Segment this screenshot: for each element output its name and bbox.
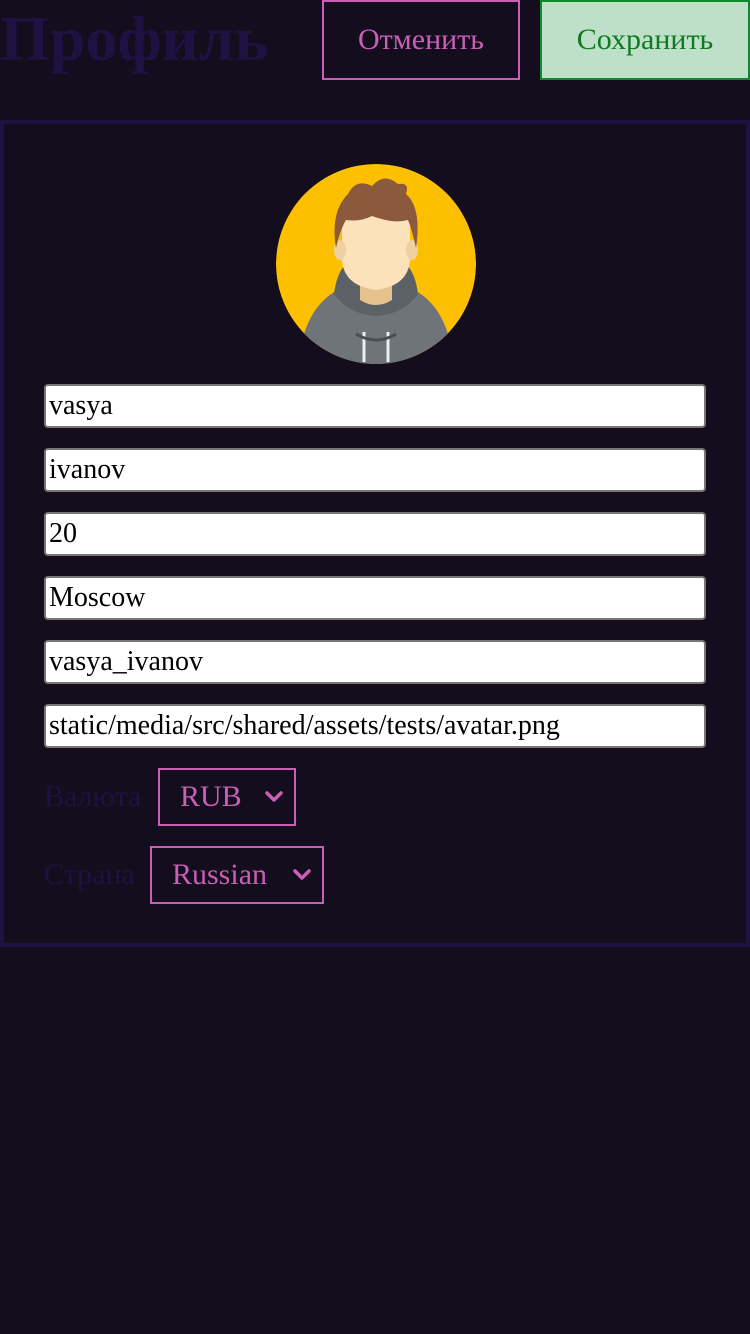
currency-label: Валюта	[44, 780, 142, 813]
currency-select[interactable]: RUB	[158, 768, 296, 826]
username-input[interactable]	[44, 640, 706, 684]
cancel-button[interactable]: Отменить	[322, 0, 520, 80]
user-avatar-icon	[276, 164, 476, 364]
age-input[interactable]	[44, 512, 706, 556]
country-label: Страна	[44, 858, 135, 891]
currency-value: RUB	[180, 780, 242, 813]
save-button[interactable]: Сохранить	[540, 0, 750, 80]
city-input[interactable]	[44, 576, 706, 620]
first-name-input[interactable]	[44, 384, 706, 428]
chevron-down-icon	[293, 869, 311, 880]
profile-card: Валюта RUB Страна Russian	[0, 120, 750, 947]
last-name-input[interactable]	[44, 448, 706, 492]
avatar-url-input[interactable]	[44, 704, 706, 748]
country-value: Russian	[172, 858, 268, 891]
header: Профиль Отменить Сохранить	[0, 0, 750, 80]
chevron-down-icon	[265, 791, 283, 802]
page-title: Профиль	[0, 3, 269, 74]
country-select[interactable]: Russian	[150, 846, 324, 904]
